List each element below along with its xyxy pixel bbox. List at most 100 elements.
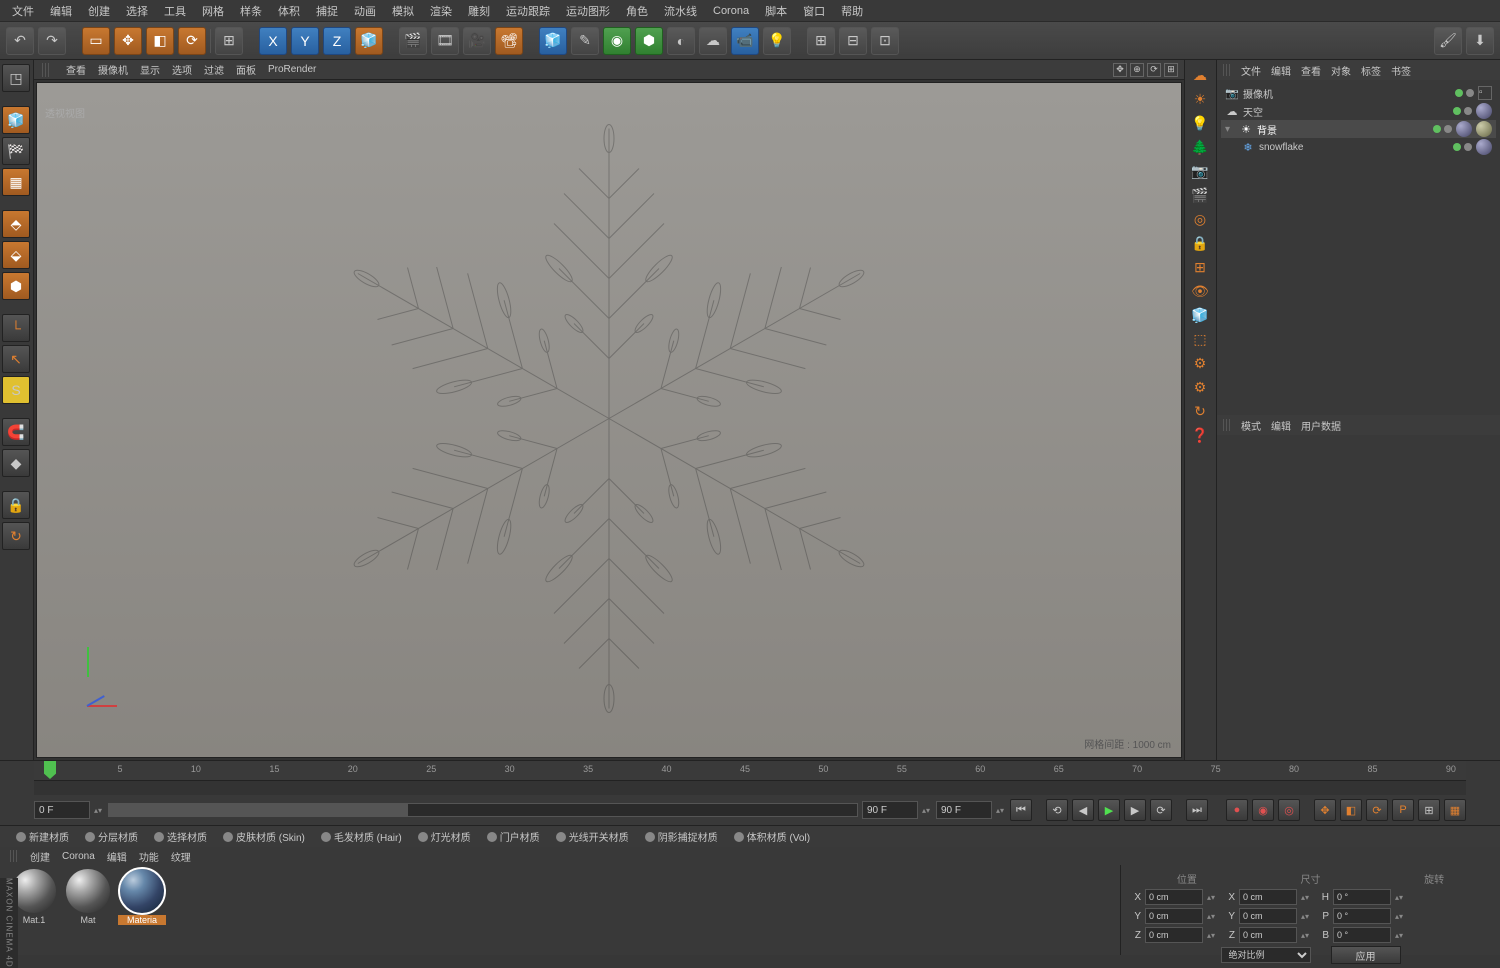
menu-edit[interactable]: 编辑 xyxy=(44,1,78,21)
prev-frame-button[interactable]: ◀ xyxy=(1072,799,1094,821)
viewport-solo-button[interactable]: S xyxy=(2,376,30,404)
coord-y-size[interactable] xyxy=(1239,908,1297,924)
key-scale-button[interactable]: ◧ xyxy=(1340,799,1362,821)
viewport-grip[interactable] xyxy=(42,63,50,77)
menu-render[interactable]: 渲染 xyxy=(424,1,458,21)
snap-button[interactable]: 🧲 xyxy=(2,418,30,446)
pen-tool[interactable]: ✎ xyxy=(571,27,599,55)
mat-shadowcatcher[interactable]: 阴影捕捉材质 xyxy=(639,829,724,844)
vp-menu-view[interactable]: 查看 xyxy=(66,62,86,77)
menu-pipeline[interactable]: 流水线 xyxy=(658,1,703,21)
poly-mode-button[interactable]: ⬢ xyxy=(2,272,30,300)
bg-material-tag[interactable] xyxy=(1456,121,1472,137)
select-tool[interactable]: ▭ xyxy=(82,27,110,55)
vp-nav-move-icon[interactable]: ✥ xyxy=(1113,63,1127,77)
y-axis-button[interactable]: Y xyxy=(291,27,319,55)
mat-light[interactable]: 灯光材质 xyxy=(412,829,477,844)
mat-volume[interactable]: 体积材质 (Vol) xyxy=(728,829,816,844)
x-axis-button[interactable]: X xyxy=(259,27,287,55)
render-settings-button[interactable]: 🎥 xyxy=(463,27,491,55)
vp-menu-filter[interactable]: 过滤 xyxy=(204,62,224,77)
obj-sky[interactable]: ☁ 天空 xyxy=(1221,102,1496,120)
om-menu-edit[interactable]: 编辑 xyxy=(1271,63,1291,78)
mat-menu-function[interactable]: 功能 xyxy=(139,849,159,864)
timeline-ruler[interactable]: 05 1015 2025 3035 4045 5055 6065 7075 80… xyxy=(34,761,1466,781)
goto-start-button[interactable]: ⏮ xyxy=(1010,799,1032,821)
texture-mode-button[interactable]: 🏁 xyxy=(2,137,30,165)
layout3-button[interactable]: ⊡ xyxy=(871,27,899,55)
vp-menu-panel[interactable]: 面板 xyxy=(236,62,256,77)
mat-layer[interactable]: 分层材质 xyxy=(79,829,144,844)
coord-system-button[interactable]: 🧊 xyxy=(355,27,383,55)
mat-menu-texture[interactable]: 纹理 xyxy=(171,849,191,864)
cube-primitive[interactable]: 🧊 xyxy=(539,27,567,55)
menu-file[interactable]: 文件 xyxy=(6,1,40,21)
next-frame-button[interactable]: ▶ xyxy=(1124,799,1146,821)
vp-menu-options[interactable]: 选项 xyxy=(172,62,192,77)
coord-apply-button[interactable]: 应用 xyxy=(1331,946,1401,964)
key-pos-button[interactable]: ✥ xyxy=(1314,799,1336,821)
autokey-button[interactable]: ◉ xyxy=(1252,799,1274,821)
next-key-button[interactable]: ⟳ xyxy=(1150,799,1172,821)
layer-icon[interactable]: ☁ xyxy=(1187,64,1213,86)
mat-menu-create[interactable]: 创建 xyxy=(30,849,50,864)
attr-menu-mode[interactable]: 模式 xyxy=(1241,418,1261,433)
edge-mode-button[interactable]: ⬙ xyxy=(2,241,30,269)
menu-tracker[interactable]: 运动跟踪 xyxy=(500,1,556,21)
light-icon[interactable]: 💡 xyxy=(1187,112,1213,134)
attr-menu-edit[interactable]: 编辑 xyxy=(1271,418,1291,433)
menu-spline[interactable]: 样条 xyxy=(234,1,268,21)
point-mode-button[interactable]: ⬘ xyxy=(2,210,30,238)
record-button[interactable]: ● xyxy=(1226,799,1248,821)
menu-mesh[interactable]: 网格 xyxy=(196,1,230,21)
menu-corona[interactable]: Corona xyxy=(707,3,755,19)
subdivision-button[interactable]: ◉ xyxy=(603,27,631,55)
gear2-icon[interactable]: ⚙ xyxy=(1187,376,1213,398)
material-materia[interactable]: Materia xyxy=(118,869,166,925)
expand-icon[interactable]: ▾ xyxy=(1225,124,1235,135)
vp-nav-rotate-icon[interactable]: ⟳ xyxy=(1147,63,1161,77)
attr-menu-userdata[interactable]: 用户数据 xyxy=(1301,418,1341,433)
render-view-button[interactable]: 🎬 xyxy=(399,27,427,55)
deformer-button[interactable]: ◐ xyxy=(667,27,695,55)
object-tree[interactable]: 📷 摄像机 ▫ ☁ 天空 ▾ ☀ 背景 ❄ snowflake xyxy=(1217,80,1500,413)
environment-button[interactable]: ☁ xyxy=(699,27,727,55)
refresh-icon[interactable]: ↻ xyxy=(1187,400,1213,422)
camera-view-toggle[interactable]: ▫ xyxy=(1478,86,1492,100)
perspective-viewport[interactable]: 透视视图 xyxy=(36,82,1182,758)
coord-y-pos[interactable] xyxy=(1145,908,1203,924)
vp-menu-camera[interactable]: 摄像机 xyxy=(98,62,128,77)
sun-icon[interactable]: ☀ xyxy=(1187,88,1213,110)
wire-icon[interactable]: ⬚ xyxy=(1187,328,1213,350)
material-panel[interactable]: Mat.1 Mat Materia xyxy=(0,865,1120,937)
light-button[interactable]: 💡 xyxy=(763,27,791,55)
scale-tool[interactable]: ◧ xyxy=(146,27,174,55)
vp-menu-prorender[interactable]: ProRender xyxy=(268,64,316,75)
cloner-button[interactable]: ⬢ xyxy=(635,27,663,55)
coord-mode-select[interactable]: 绝对比例 xyxy=(1221,947,1311,963)
camera-button[interactable]: 📹 xyxy=(731,27,759,55)
clapper-icon[interactable]: 🎬 xyxy=(1187,184,1213,206)
redo-button[interactable]: ↷ xyxy=(38,27,66,55)
menu-simulate[interactable]: 模拟 xyxy=(386,1,420,21)
obj-snowflake[interactable]: ❄ snowflake xyxy=(1221,138,1496,156)
end-frame-field[interactable] xyxy=(936,801,992,819)
menu-sculpt[interactable]: 雕刻 xyxy=(462,1,496,21)
om-menu-bookmarks[interactable]: 书签 xyxy=(1391,63,1411,78)
move-tool[interactable]: ✥ xyxy=(114,27,142,55)
menu-snap[interactable]: 捕捉 xyxy=(310,1,344,21)
workplane-snap-button[interactable]: ◆ xyxy=(2,449,30,477)
lock-icon[interactable]: 🔒 xyxy=(1187,232,1213,254)
layout1-button[interactable]: ⊞ xyxy=(807,27,835,55)
rotate-tool[interactable]: ⟳ xyxy=(178,27,206,55)
camera-icon[interactable]: 📷 xyxy=(1187,160,1213,182)
om-menu-file[interactable]: 文件 xyxy=(1241,63,1261,78)
eye-icon[interactable]: 👁 xyxy=(1187,280,1213,302)
axis-button[interactable]: └ xyxy=(2,314,30,342)
model-mode-button[interactable]: 🧊 xyxy=(2,106,30,134)
coord-x-pos[interactable] xyxy=(1145,889,1203,905)
menu-volume[interactable]: 体积 xyxy=(272,1,306,21)
key-all-button[interactable]: ▦ xyxy=(1444,799,1466,821)
last-tool[interactable]: ⊞ xyxy=(215,27,243,55)
tweak-button[interactable]: ↖ xyxy=(2,345,30,373)
